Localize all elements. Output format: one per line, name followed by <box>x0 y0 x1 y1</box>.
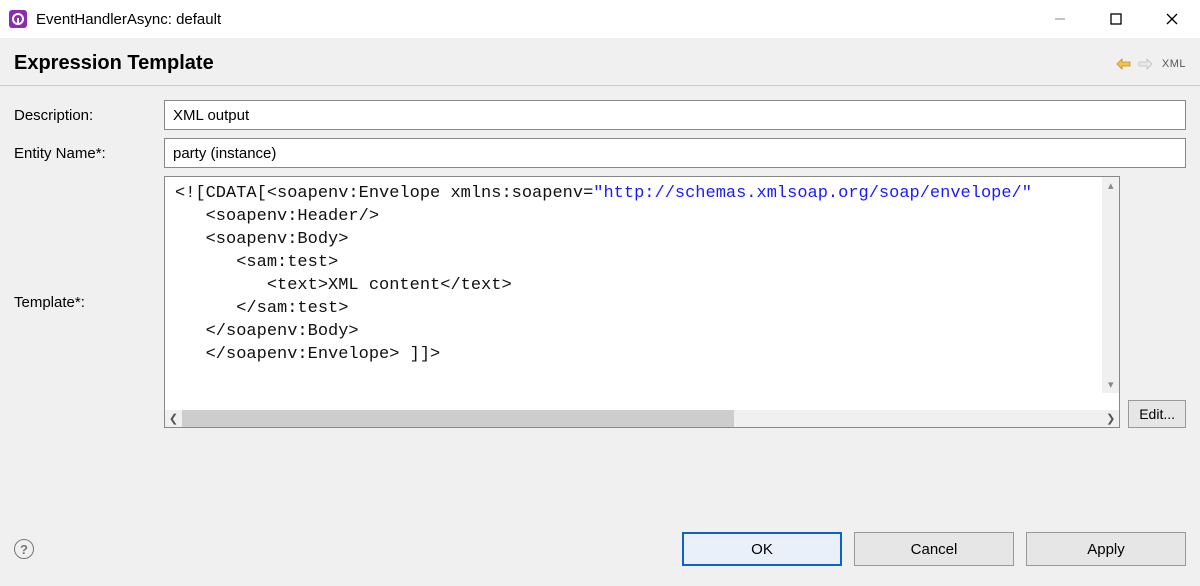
description-input[interactable] <box>164 100 1186 130</box>
maximize-button[interactable] <box>1088 0 1144 38</box>
ok-button[interactable]: OK <box>682 532 842 566</box>
cancel-button[interactable]: Cancel <box>854 532 1014 566</box>
template-code-content: <![CDATA[<soapenv:Envelope xmlns:soapenv… <box>165 177 1119 373</box>
template-code-box[interactable]: <![CDATA[<soapenv:Envelope xmlns:soapenv… <box>164 176 1120 428</box>
description-row: Description: <box>14 100 1186 130</box>
scroll-up-icon[interactable]: ▴ <box>1108 179 1114 192</box>
xml-label[interactable]: XML <box>1162 58 1186 70</box>
vertical-scrollbar[interactable]: ▴ ▾ <box>1102 177 1119 393</box>
scroll-left-icon[interactable]: ❮ <box>165 410 182 427</box>
scroll-right-icon[interactable]: ❯ <box>1102 410 1119 427</box>
page-header: Expression Template XML <box>0 38 1200 86</box>
forward-arrow-icon[interactable] <box>1138 57 1154 71</box>
apply-button[interactable]: Apply <box>1026 532 1186 566</box>
horizontal-scrollbar[interactable]: ❮ ❯ <box>165 410 1119 427</box>
form-area: Description: Entity Name*: Template*: <!… <box>0 86 1200 428</box>
titlebar: EventHandlerAsync: default <box>0 0 1200 38</box>
template-row: Template*: <![CDATA[<soapenv:Envelope xm… <box>14 176 1186 428</box>
minimize-button[interactable] <box>1032 0 1088 38</box>
back-arrow-icon[interactable] <box>1116 57 1132 71</box>
edit-button[interactable]: Edit... <box>1128 400 1186 428</box>
app-icon <box>8 9 28 29</box>
page-title: Expression Template <box>14 52 1116 75</box>
entity-row: Entity Name*: <box>14 138 1186 168</box>
window-title: EventHandlerAsync: default <box>36 11 221 28</box>
close-button[interactable] <box>1144 0 1200 38</box>
template-label: Template*: <box>14 176 164 311</box>
scroll-thumb[interactable] <box>182 410 734 427</box>
dialog-footer: ? OK Cancel Apply <box>0 526 1200 586</box>
entity-name-input[interactable] <box>164 138 1186 168</box>
entity-name-label: Entity Name*: <box>14 145 164 162</box>
help-icon[interactable]: ? <box>14 539 34 559</box>
description-label: Description: <box>14 107 164 124</box>
scroll-down-icon[interactable]: ▾ <box>1108 378 1114 391</box>
window-controls <box>1032 0 1200 38</box>
